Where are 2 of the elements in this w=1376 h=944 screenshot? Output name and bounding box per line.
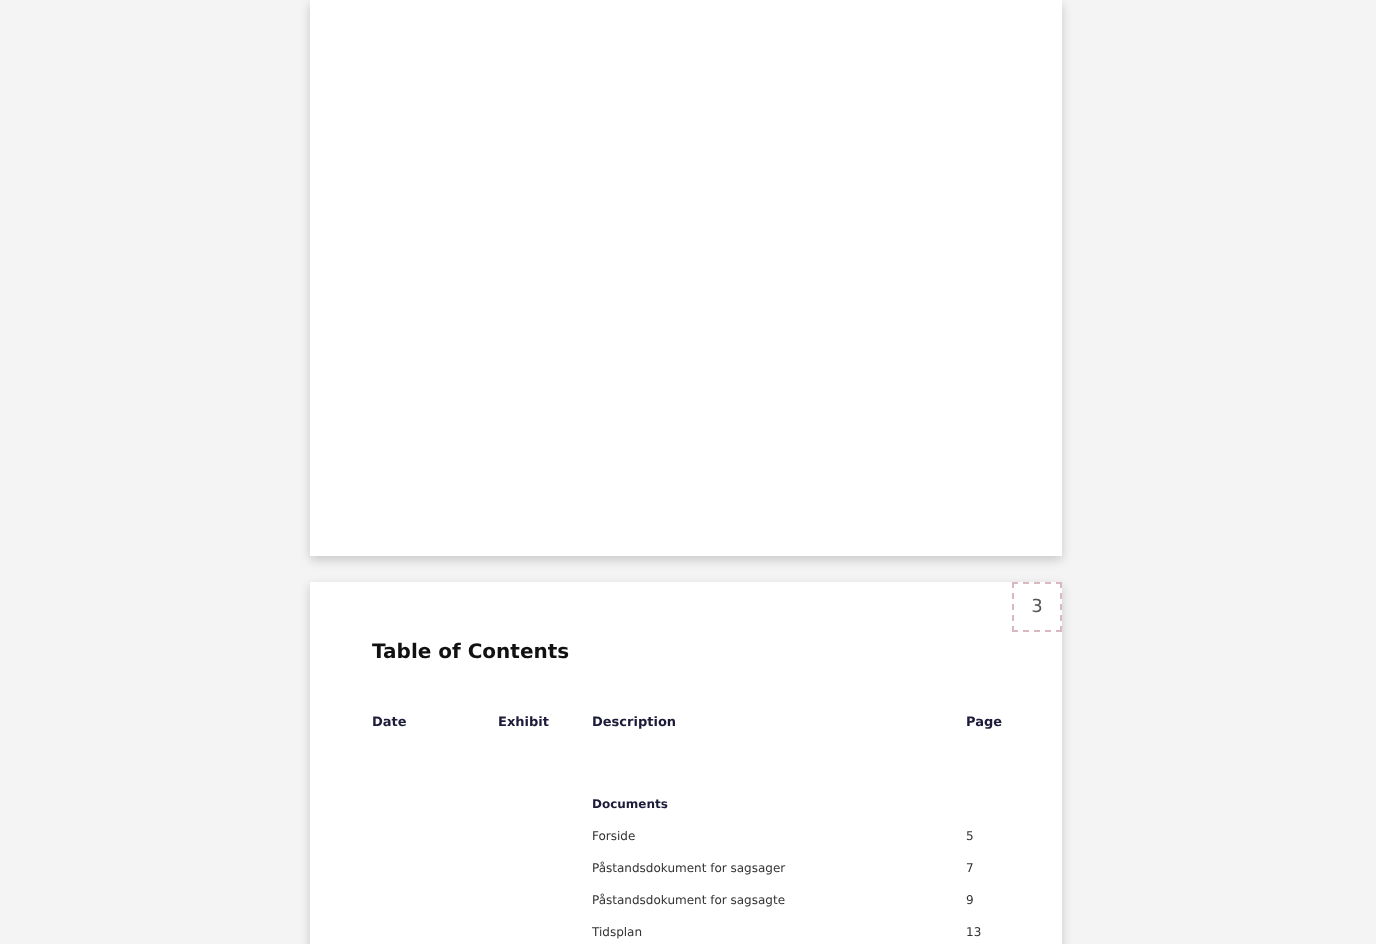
page-number: 3 (1012, 582, 1062, 632)
toc-title: Table of Contents (372, 642, 572, 664)
